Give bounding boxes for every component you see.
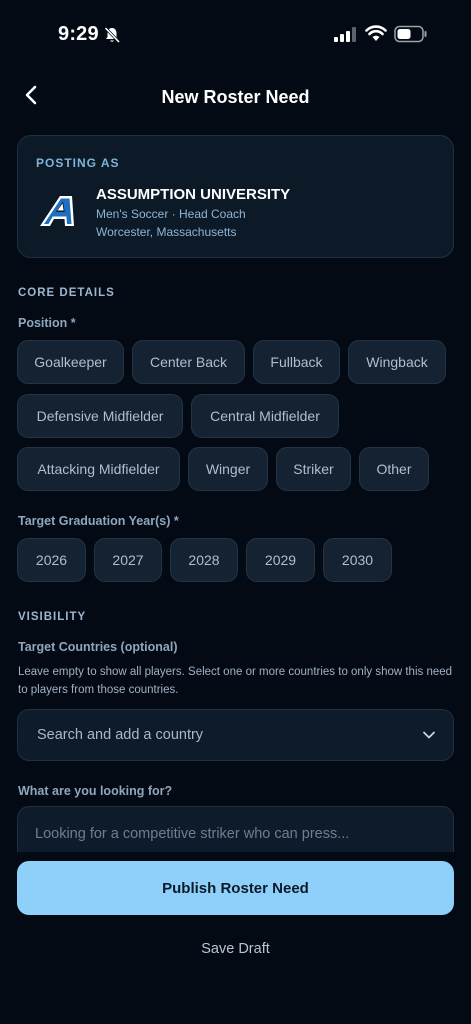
graduation-year-label: Target Graduation Year(s) * — [18, 514, 179, 528]
nav-header: New Roster Need — [0, 78, 471, 118]
year-chip-2027[interactable]: 2027 — [94, 538, 162, 582]
country-search-select[interactable]: Search and add a country — [17, 709, 454, 761]
cellular-signal-icon — [334, 27, 358, 48]
posting-as-card: POSTING AS ASSUMPTION UNIVERSITY Men's S… — [17, 135, 454, 258]
page-title: New Roster Need — [161, 87, 310, 107]
countries-help-text: Leave empty to show all players. Select … — [18, 666, 453, 696]
position-chip-center-back[interactable]: Center Back — [132, 340, 245, 384]
year-chip-2029[interactable]: 2029 — [246, 538, 315, 582]
team-role: Men's Soccer · Head Coach — [96, 207, 246, 221]
publish-roster-need-button[interactable]: Publish Roster Need — [17, 861, 454, 915]
battery-icon — [394, 25, 428, 48]
posting-as-label: POSTING AS — [36, 156, 120, 170]
bell-slash-icon — [103, 26, 121, 49]
position-chip-striker[interactable]: Striker — [276, 447, 351, 491]
chevron-down-icon — [422, 728, 436, 747]
position-chip-wingback[interactable]: Wingback — [348, 340, 446, 384]
status-bar: 9:29 — [0, 0, 471, 70]
year-chip-2030[interactable]: 2030 — [323, 538, 392, 582]
position-chip-attacking-midfielder[interactable]: Attacking Midfielder — [17, 447, 180, 491]
country-search-placeholder: Search and add a country — [37, 727, 204, 743]
looking-for-label: What are you looking for? — [18, 784, 173, 798]
position-label: Position * — [18, 316, 76, 330]
position-chip-central-midfielder[interactable]: Central Midfielder — [191, 394, 339, 438]
position-chip-other[interactable]: Other — [359, 447, 429, 491]
visibility-heading: VISIBILITY — [18, 611, 87, 623]
status-time: 9:29 — [58, 23, 99, 45]
position-chip-defensive-midfielder[interactable]: Defensive Midfielder — [17, 394, 183, 438]
year-chip-2026[interactable]: 2026 — [17, 538, 86, 582]
university-location: Worcester, Massachusetts — [96, 225, 237, 239]
wifi-icon — [365, 25, 387, 47]
position-chip-fullback[interactable]: Fullback — [253, 340, 340, 384]
university-logo — [38, 192, 82, 232]
save-draft-button[interactable]: Save Draft — [0, 941, 471, 957]
looking-for-placeholder: Looking for a competitive striker who ca… — [35, 826, 350, 842]
year-chip-2028[interactable]: 2028 — [170, 538, 238, 582]
looking-for-textarea[interactable]: Looking for a competitive striker who ca… — [17, 806, 454, 854]
position-chip-winger[interactable]: Winger — [188, 447, 268, 491]
core-details-heading: CORE DETAILS — [18, 287, 115, 299]
university-name: ASSUMPTION UNIVERSITY — [96, 186, 291, 203]
target-countries-label: Target Countries (optional) — [18, 640, 178, 654]
position-chip-goalkeeper[interactable]: Goalkeeper — [17, 340, 124, 384]
